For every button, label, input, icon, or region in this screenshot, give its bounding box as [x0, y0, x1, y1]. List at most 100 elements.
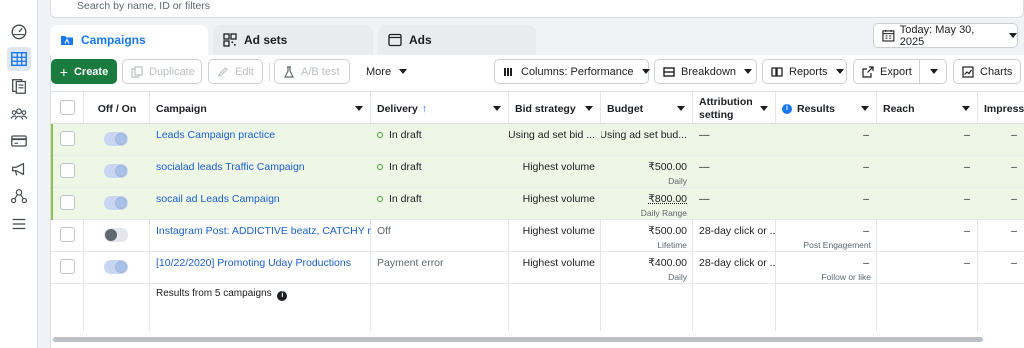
campaign-toggle[interactable]	[104, 164, 128, 178]
header-label: Campaign	[156, 103, 207, 115]
delivery-text: Off	[377, 225, 391, 237]
select-all-checkbox[interactable]	[60, 100, 75, 115]
tab-campaigns[interactable]: Campaigns	[50, 25, 208, 55]
date-label: Today: May 30, 2025	[900, 24, 1000, 48]
campaign-name-cell: Leads Campaign practice	[150, 124, 371, 156]
ab-test-button[interactable]: A/B test	[274, 59, 350, 84]
flask-icon	[283, 66, 295, 78]
attribution-cell: —	[693, 156, 776, 188]
campaign-name-link[interactable]: socail ad Leads Campaign	[156, 193, 280, 205]
attribution-value: —	[699, 129, 710, 141]
row-select-cell	[51, 124, 84, 156]
charts-button[interactable]: Charts	[953, 59, 1021, 84]
duplicate-button[interactable]: Duplicate	[122, 59, 202, 84]
bid-strategy-value: Highest volume	[523, 193, 595, 205]
grid-icon	[223, 33, 237, 47]
draft-status-dot	[377, 132, 383, 138]
reach-cell: –	[877, 188, 978, 220]
table-row[interactable]: Leads Campaign practice In draft Using ad …	[51, 124, 1024, 156]
info-icon[interactable]: i	[782, 104, 792, 114]
campaign-toggle[interactable]	[104, 196, 128, 210]
delivery-text: Payment error	[377, 257, 444, 269]
search-bar[interactable]: Search by name, ID or filters	[50, 0, 1024, 18]
row-checkbox[interactable]	[60, 259, 75, 274]
results-value: –	[863, 161, 869, 173]
delivery-status: In draft	[377, 193, 422, 205]
reach-cell: –	[877, 220, 978, 252]
chevron-down-icon	[585, 106, 593, 111]
table-icon[interactable]	[7, 47, 31, 71]
results-cell: –	[776, 124, 877, 156]
campaign-toggle[interactable]	[104, 228, 128, 242]
sort-ascending-icon: ↑	[422, 103, 427, 115]
header-off-on[interactable]: Off / On	[84, 92, 150, 125]
toggle-knob	[115, 133, 127, 145]
chevron-down-icon	[962, 106, 970, 111]
more-dropdown[interactable]: More	[357, 59, 427, 84]
more-label: More	[366, 66, 391, 78]
impressions-value: –	[1011, 129, 1017, 141]
campaign-toggle[interactable]	[104, 260, 128, 274]
date-range-picker[interactable]: Today: May 30, 2025	[873, 23, 1018, 48]
campaign-name-link[interactable]: Leads Campaign practice	[156, 129, 275, 141]
header-label: setting	[699, 109, 733, 122]
reports-dropdown[interactable]: Reports	[762, 59, 847, 84]
chevron-down-icon	[760, 106, 768, 111]
audience-icon[interactable]	[7, 102, 31, 126]
row-checkbox[interactable]	[60, 227, 75, 242]
campaign-name-link[interactable]: socialad leads Traffic Campaign	[156, 161, 305, 173]
table-row[interactable]: socialad leads Traffic Campaign In draft H…	[51, 156, 1024, 188]
table-row[interactable]: Instagram Post: ADDICTIVE beatz, CATCHY …	[51, 220, 1024, 252]
bid-strategy-cell: Highest volume	[509, 156, 601, 188]
toggle-knob	[115, 165, 127, 177]
row-select-cell	[51, 156, 84, 188]
table-row[interactable]: socail ad Leads Campaign In draft Highest …	[51, 188, 1024, 220]
breakdown-dropdown[interactable]: Breakdown	[654, 59, 757, 84]
row-checkbox[interactable]	[60, 195, 75, 210]
menu-icon[interactable]	[7, 212, 31, 236]
row-select-cell	[51, 252, 84, 284]
campaign-name-link[interactable]: Instagram Post: ADDICTIVE beatz, CATCHY …	[156, 225, 371, 237]
delivery-text: In draft	[389, 193, 422, 205]
tab-ad-sets[interactable]: Ad sets	[213, 25, 373, 55]
header-delivery[interactable]: Delivery ↑	[371, 92, 509, 125]
bid-strategy-cell: Highest volume	[509, 188, 601, 220]
header-reach[interactable]: Reach	[877, 92, 978, 125]
results-cell: – Post Engagement	[776, 220, 877, 252]
header-budget[interactable]: Budget	[601, 92, 693, 125]
header-results[interactable]: i Results	[776, 92, 877, 125]
bid-strategy-value: Highest volume	[523, 161, 595, 173]
header-bid-strategy[interactable]: Bid strategy	[509, 92, 601, 125]
tab-ads[interactable]: Ads	[378, 25, 536, 55]
export-button[interactable]: Export	[853, 59, 920, 84]
campaign-name-link[interactable]: [10/22/2020] Promoting Uday Productions	[156, 257, 351, 269]
campaign-toggle[interactable]	[104, 132, 128, 146]
results-value: –	[863, 193, 869, 205]
network-icon[interactable]	[7, 184, 31, 208]
pages-icon[interactable]	[7, 74, 31, 98]
billing-icon[interactable]	[7, 129, 31, 153]
create-button[interactable]: + Create	[51, 59, 117, 84]
info-icon[interactable]: i	[277, 291, 287, 301]
bid-strategy-value: Highest volume	[523, 257, 595, 269]
edit-button[interactable]: Edit	[208, 59, 263, 84]
columns-dropdown[interactable]: Columns: Performance	[494, 59, 649, 84]
header-campaign[interactable]: Campaign	[150, 92, 371, 125]
megaphone-icon[interactable]	[7, 157, 31, 181]
reach-value: –	[964, 193, 970, 205]
row-toggle-cell	[84, 156, 150, 188]
results-summary: Results from 5 campaigns i	[156, 288, 287, 301]
table-row[interactable]: [10/22/2020] Promoting Uday Productions P…	[51, 252, 1024, 284]
header-attribution[interactable]: Attribution setting	[693, 92, 776, 125]
horizontal-scrollbar[interactable]	[53, 337, 983, 342]
row-checkbox[interactable]	[60, 163, 75, 178]
bid-strategy-value: Highest volume	[523, 225, 595, 237]
dashboard-icon[interactable]	[7, 19, 31, 43]
export-dropdown[interactable]	[919, 59, 947, 84]
impressions-cell: –	[978, 124, 1024, 156]
budget-type: Daily Range	[641, 208, 687, 218]
header-impressions[interactable]: Impressio	[978, 92, 1024, 125]
row-checkbox[interactable]	[60, 131, 75, 146]
delivery-text: In draft	[389, 161, 422, 173]
tab-label: Ad sets	[244, 33, 287, 47]
